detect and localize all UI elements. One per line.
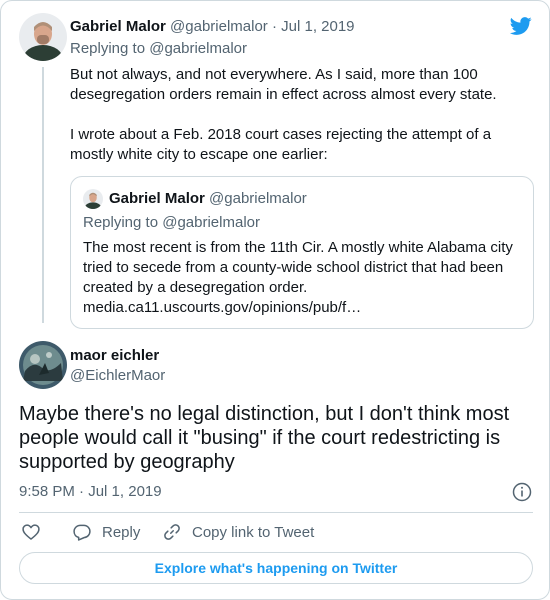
avatar[interactable] — [19, 13, 67, 61]
tweet-date[interactable]: Jul 1, 2019 — [281, 18, 354, 35]
tweet-time: 9:58 PM — [19, 483, 75, 500]
parent-tweet-header: Gabriel Malor @gabrielmalor · Jul 1, 201… — [70, 18, 355, 35]
parent-tweet-text: But not always, and not everywhere. As I… — [70, 65, 500, 165]
replying-handle: @gabrielmalor — [162, 214, 260, 231]
like-button[interactable] — [21, 521, 51, 543]
embedded-tweet-card: Gabriel Malor @gabrielmalor · Jul 1, 201… — [0, 0, 550, 600]
tweet-text: Maybe there's no legal distinction, but … — [19, 403, 510, 473]
info-icon[interactable] — [512, 482, 532, 502]
author-handle[interactable]: @EichlerMaor — [70, 367, 165, 384]
link-icon — [164, 524, 180, 540]
replying-to: Replying to @gabrielmalor — [83, 214, 260, 231]
quoted-tweet-text: The most recent is from the 11th Cir. A … — [83, 238, 523, 318]
quoted-link: media.ca11.uscourts.gov/opinions/pub/f… — [83, 299, 362, 316]
author-handle: @gabrielmalor — [209, 190, 307, 207]
reply-button[interactable]: Reply — [72, 521, 140, 543]
copy-link-button[interactable]: Copy link to Tweet — [162, 521, 314, 543]
quoted-tweet[interactable]: Gabriel Malor @gabrielmalor Replying to … — [70, 176, 534, 329]
author-name: Gabriel Malor — [109, 190, 205, 207]
tweet-date: Jul 1, 2019 — [88, 483, 162, 500]
replying-to: Replying to @gabrielmalor — [70, 40, 247, 57]
quoted-text: The most recent is from the 11th Cir. A … — [83, 239, 513, 296]
avatar — [83, 189, 103, 209]
date-separator: · — [267, 18, 282, 35]
tweet-timestamp[interactable]: 9:58 PM · Jul 1, 2019 — [19, 483, 162, 500]
reply-label: Reply — [102, 523, 141, 541]
replying-prefix: Replying to — [70, 40, 150, 57]
heart-icon — [22, 524, 40, 540]
replying-prefix: Replying to — [83, 214, 163, 231]
date-separator: · — [74, 483, 89, 500]
quoted-tweet-header: Gabriel Malor @gabrielmalor — [109, 190, 307, 207]
avatar[interactable] — [19, 341, 67, 389]
tweet-paragraph: But not always, and not everywhere. As I… — [70, 66, 497, 103]
reply-bubble-icon — [73, 524, 91, 541]
copy-link-label: Copy link to Tweet — [192, 523, 315, 541]
author-handle[interactable]: @gabrielmalor — [170, 18, 268, 35]
divider — [19, 512, 533, 513]
replying-handle[interactable]: @gabrielmalor — [149, 40, 247, 57]
twitter-bird-icon[interactable] — [509, 15, 533, 37]
explore-twitter-button[interactable]: Explore what's happening on Twitter — [19, 552, 533, 584]
tweet-paragraph: I wrote about a Feb. 2018 court cases re… — [70, 126, 492, 163]
author-name[interactable]: maor eichler — [70, 347, 159, 364]
action-bar: Reply Copy link to Tweet — [19, 521, 533, 543]
author-name[interactable]: Gabriel Malor — [70, 18, 166, 35]
thread-line — [42, 67, 44, 323]
